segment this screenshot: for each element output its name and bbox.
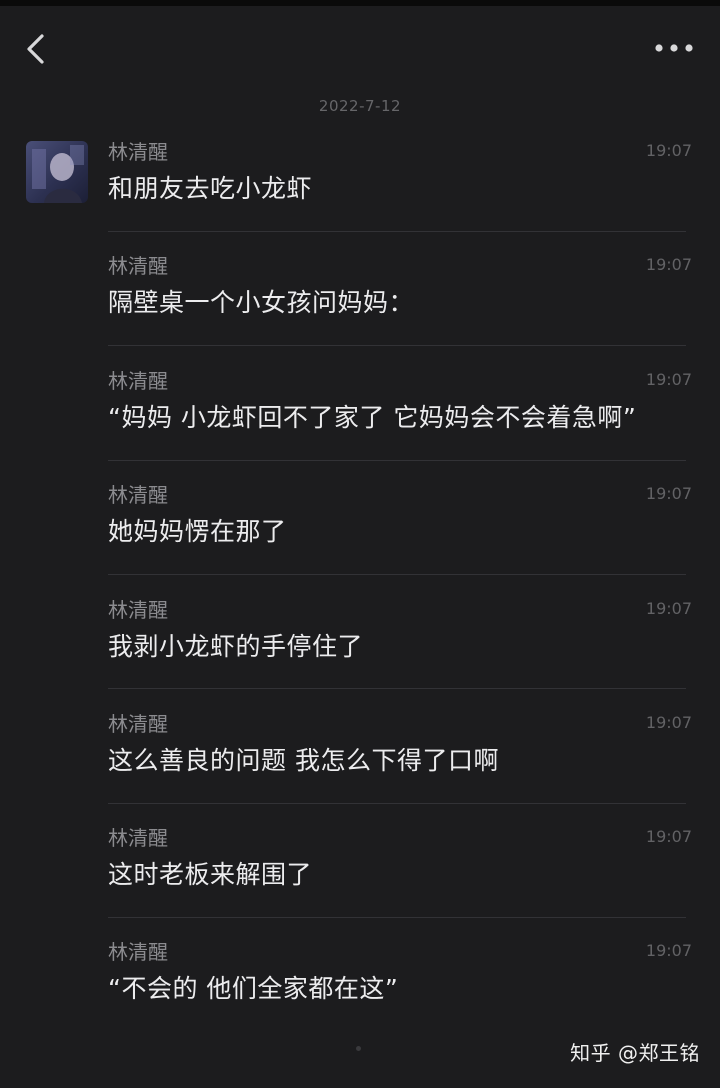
message-text: “不会的 他们全家都在这”	[108, 974, 399, 1003]
message-time: 19:07	[645, 484, 692, 503]
message-time: 19:07	[645, 255, 692, 274]
message-time: 19:07	[645, 599, 692, 618]
scroll-indicator	[356, 1046, 361, 1051]
message-item[interactable]: 林清醒 19:07 和朋友去吃小龙虾	[108, 140, 693, 254]
message-time: 19:07	[645, 713, 692, 732]
message-text: 和朋友去吃小龙虾	[108, 174, 313, 203]
message-text: 这么善良的问题 我怎么下得了口啊	[108, 746, 499, 775]
more-button[interactable]	[652, 36, 696, 60]
message-divider	[108, 688, 686, 689]
message-text: 我剥小龙虾的手停住了	[108, 632, 364, 661]
message-text: 她妈妈愣在那了	[108, 517, 287, 546]
top-bar	[0, 6, 720, 86]
message-item[interactable]: 林清醒 19:07 她妈妈愣在那了	[108, 483, 693, 597]
chat-screen: 2022-7-12 林清醒 19:07 和朋友去吃小龙虾 林清醒 19:07 隔…	[0, 0, 720, 1088]
message-divider	[108, 345, 686, 346]
watermark: 知乎 @郑王铭	[570, 1041, 700, 1065]
chevron-left-icon	[27, 34, 44, 64]
message-item[interactable]: 林清醒 19:07 我剥小龙虾的手停住了	[108, 598, 693, 712]
message-sender: 林清醒	[108, 712, 168, 736]
message-time: 19:07	[645, 370, 692, 389]
message-item[interactable]: 林清醒 19:07 这时老板来解围了	[108, 826, 693, 940]
message-divider	[108, 803, 686, 804]
avatar[interactable]	[26, 141, 88, 203]
more-horizontal-icon	[655, 44, 693, 52]
message-sender: 林清醒	[108, 483, 168, 507]
avatar-image	[26, 141, 88, 203]
message-item[interactable]: 林清醒 19:07 这么善良的问题 我怎么下得了口啊	[108, 712, 693, 826]
message-sender: 林清醒	[108, 826, 168, 850]
back-button[interactable]	[20, 28, 60, 72]
message-text: 隔壁桌一个小女孩问妈妈：	[108, 288, 415, 317]
message-divider	[108, 231, 686, 232]
message-divider	[108, 460, 686, 461]
date-separator: 2022-7-12	[318, 97, 402, 115]
message-sender: 林清醒	[108, 940, 168, 964]
message-divider	[108, 917, 686, 918]
message-time: 19:07	[645, 827, 692, 846]
message-item[interactable]: 林清醒 19:07 隔壁桌一个小女孩问妈妈：	[108, 254, 693, 368]
message-sender: 林清醒	[108, 140, 168, 164]
message-time: 19:07	[645, 141, 692, 160]
message-item[interactable]: 林清醒 19:07 “妈妈 小龙虾回不了家了 它妈妈会不会着急啊”	[108, 369, 693, 483]
message-time: 19:07	[645, 941, 692, 960]
message-text: “妈妈 小龙虾回不了家了 它妈妈会不会着急啊”	[108, 403, 637, 432]
message-sender: 林清醒	[108, 369, 168, 393]
message-text: 这时老板来解围了	[108, 860, 313, 889]
message-sender: 林清醒	[108, 598, 168, 622]
message-sender: 林清醒	[108, 254, 168, 278]
message-divider	[108, 574, 686, 575]
